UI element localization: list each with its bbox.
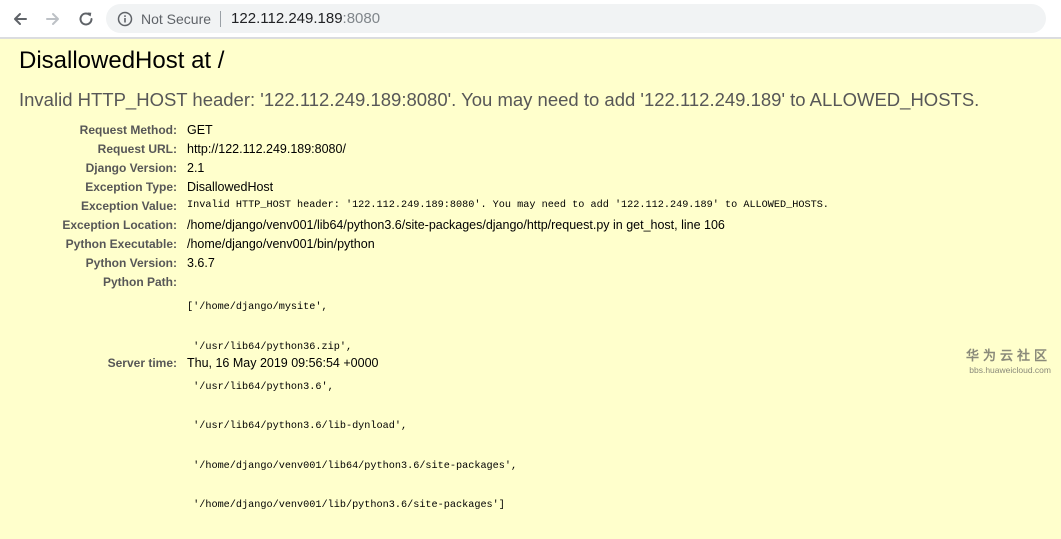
meta-value: /home/django/venv001/bin/python xyxy=(187,237,375,251)
back-button[interactable] xyxy=(9,8,31,30)
python-path-line: '/usr/lib64/python3.6/lib-dynload', xyxy=(187,421,408,433)
browser-toolbar: Not Secure 122.112.249.189:8080 xyxy=(0,0,1061,38)
site-watermark: 华为云社区 bbs.huaweicloud.com xyxy=(966,345,1051,375)
watermark-url: bbs.huaweicloud.com xyxy=(969,365,1051,375)
meta-key: Python Version: xyxy=(85,256,177,270)
python-path-line: '/usr/lib64/python3.6', xyxy=(187,381,334,393)
page-title: DisallowedHost at / xyxy=(19,47,225,74)
reload-button[interactable] xyxy=(75,8,97,30)
forward-button[interactable] xyxy=(42,8,64,30)
meta-key: Server time: xyxy=(107,356,177,370)
url-host[interactable]: 122.112.249.189 xyxy=(231,10,343,27)
forward-arrow-icon xyxy=(46,13,59,25)
meta-key: Request URL: xyxy=(97,142,177,156)
meta-key: Exception Value: xyxy=(80,199,177,213)
watermark-title: 华为云社区 xyxy=(965,348,1051,363)
python-path-list: ['/home/django/mysite', '/usr/lib64/pyth… xyxy=(187,275,517,539)
meta-value: DisallowedHost xyxy=(187,180,274,194)
meta-value: 2.1 xyxy=(187,161,205,175)
python-path-line: ['/home/django/mysite', xyxy=(187,302,328,314)
reload-icon xyxy=(79,12,93,26)
exception-message: Invalid HTTP_HOST header: '122.112.249.1… xyxy=(19,89,980,110)
meta-key: Request Method: xyxy=(79,123,177,137)
back-arrow-icon xyxy=(14,13,27,25)
meta-value: /home/django/venv001/lib64/python3.6/sit… xyxy=(187,218,725,232)
address-bar[interactable]: Not Secure 122.112.249.189:8080 xyxy=(106,4,1046,33)
python-path-line: '/usr/lib64/python36.zip', xyxy=(187,342,353,354)
url-port[interactable]: :8080 xyxy=(343,10,381,27)
meta-key: Python Path: xyxy=(103,275,177,289)
meta-value: Invalid HTTP_HOST header: '122.112.249.1… xyxy=(187,200,829,211)
security-label[interactable]: Not Secure xyxy=(141,11,211,27)
meta-value: GET xyxy=(187,123,213,137)
python-path-line: '/home/django/venv001/lib64/python3.6/si… xyxy=(187,460,518,472)
python-path-line: '/home/django/venv001/lib/python3.6/site… xyxy=(187,500,505,512)
omnibox-divider xyxy=(220,10,222,27)
meta-key: Exception Location: xyxy=(62,218,177,232)
meta-key: Python Executable: xyxy=(65,237,177,251)
meta-key: Django Version: xyxy=(85,161,177,175)
meta-key: Exception Type: xyxy=(85,180,177,194)
info-icon xyxy=(117,11,133,26)
site-info-button[interactable] xyxy=(117,11,133,27)
meta-value: http://122.112.249.189:8080/ xyxy=(187,142,346,156)
meta-value: Thu, 16 May 2019 09:56:54 +0000 xyxy=(187,356,379,370)
meta-value: 3.6.7 xyxy=(187,256,215,270)
